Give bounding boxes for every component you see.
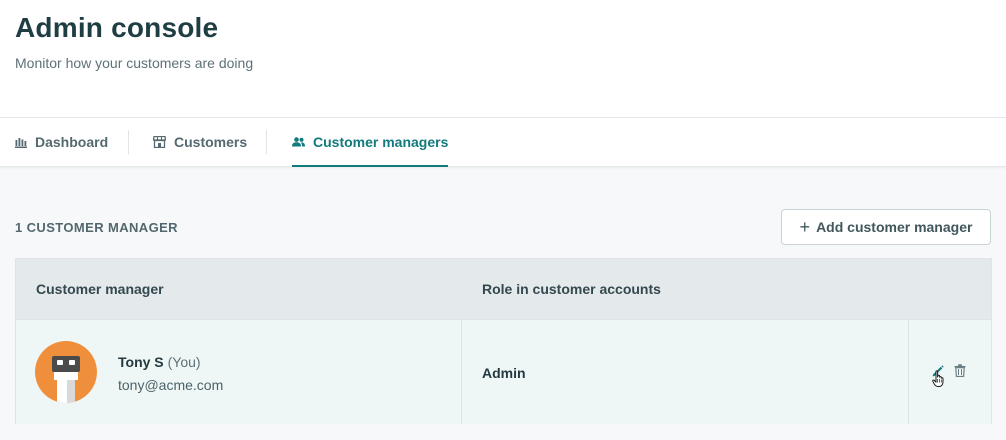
cell-divider xyxy=(461,320,462,424)
manager-name: Tony S (You) xyxy=(118,354,201,370)
manager-name-text: Tony S xyxy=(118,354,164,370)
column-header-customer-manager: Customer manager xyxy=(36,281,164,297)
tab-customer-managers[interactable]: Customer managers xyxy=(292,118,449,167)
customer-managers-table: Customer manager Role in customer accoun… xyxy=(15,258,992,424)
you-label: (You) xyxy=(167,354,201,370)
manager-role: Admin xyxy=(482,365,526,381)
page-header: Admin console Monitor how your customers… xyxy=(0,0,1006,118)
trash-icon[interactable] xyxy=(954,364,966,382)
add-customer-manager-button[interactable]: + Add customer manager xyxy=(781,209,991,245)
tab-bar: Dashboard Customers Customer managers xyxy=(0,118,1006,167)
table-header: Customer manager Role in customer accoun… xyxy=(16,259,991,319)
bar-chart-icon xyxy=(15,137,27,148)
table-row[interactable]: Tony S (You) tony@acme.com Admin xyxy=(16,319,991,424)
tab-dashboard-label: Dashboard xyxy=(35,134,109,150)
manager-email: tony@acme.com xyxy=(118,377,224,393)
column-header-role: Role in customer accounts xyxy=(482,281,661,297)
storefront-icon xyxy=(153,136,166,148)
page-title: Admin console xyxy=(15,12,219,43)
tab-customers[interactable]: Customers xyxy=(153,118,247,166)
plus-icon: + xyxy=(799,217,811,237)
tab-dashboard[interactable]: Dashboard xyxy=(15,118,108,166)
tab-divider xyxy=(266,130,267,154)
tab-customers-label: Customers xyxy=(174,134,248,150)
avatar xyxy=(35,341,97,403)
add-customer-manager-label: Add customer manager xyxy=(816,219,973,235)
tab-divider xyxy=(128,130,129,154)
page-subtitle: Monitor how your customers are doing xyxy=(15,55,254,71)
tab-customer-managers-label: Customer managers xyxy=(313,134,449,150)
cell-divider xyxy=(908,320,909,424)
section-title: 1 CUSTOMER MANAGER xyxy=(15,220,178,235)
users-icon xyxy=(292,137,305,147)
hand-cursor-icon xyxy=(932,370,946,393)
